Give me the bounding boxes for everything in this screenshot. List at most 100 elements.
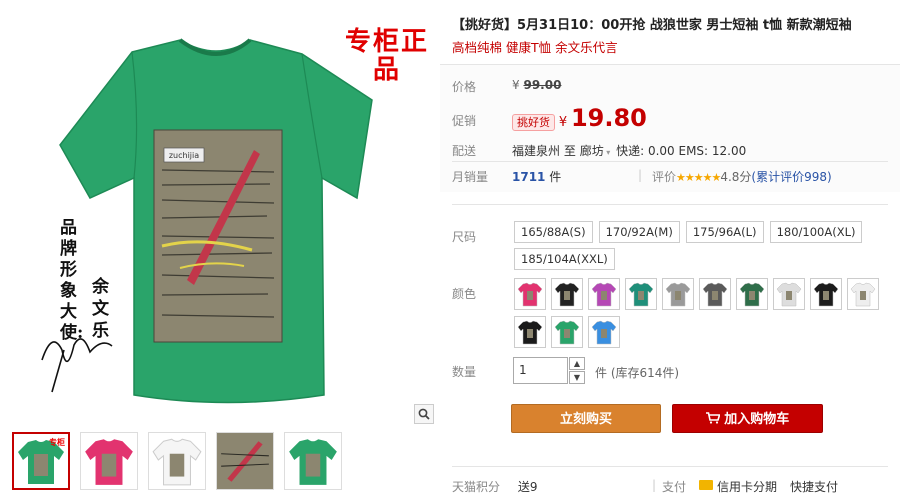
price-section: 价格 ¥ 99.00 促销 挑好货 ¥ 19.80 配送 福建泉州 至 廊坊 ▾… [440, 64, 900, 192]
quantity-label: 数量 [452, 365, 477, 379]
original-price: ¥ 99.00 [512, 78, 561, 92]
promo-tag: 挑好货 [512, 114, 555, 131]
quick-pay[interactable]: 快捷支付 [790, 478, 838, 495]
color-swatch[interactable] [662, 278, 694, 310]
shirt-thumb-icon [554, 282, 580, 307]
color-label: 颜色 [452, 287, 477, 301]
size-option[interactable]: 185/104A(XXL) [514, 248, 615, 270]
size-option[interactable]: 175/96A(L) [685, 221, 764, 243]
quantity-unit: 件 [595, 366, 608, 380]
color-swatch[interactable] [551, 278, 583, 310]
price-label: 价格 [452, 80, 477, 94]
color-swatch[interactable] [810, 278, 842, 310]
footer-row: 天猫积分 送9 | 支付 信用卡分期 快捷支付 [452, 478, 839, 495]
shirt-thumb-icon [591, 320, 617, 345]
delivery-from: 福建泉州 [512, 144, 561, 158]
color-swatch[interactable] [514, 278, 546, 310]
product-gallery: zuchijia 专柜正品 品牌形象大使: 余文乐 专柜 [0, 0, 440, 499]
size-label: 尺码 [452, 230, 477, 244]
original-price-value: 99.00 [523, 78, 562, 92]
quantity-input[interactable]: 1 [513, 357, 568, 384]
quantity-increase-button[interactable]: ▲ [569, 357, 585, 370]
color-options [514, 278, 894, 348]
color-swatch[interactable] [847, 278, 879, 310]
brand-ambassador-label: 品牌形象大使: [60, 218, 84, 343]
size-option[interactable]: 180/100A(XL) [769, 221, 863, 243]
color-swatch[interactable] [551, 316, 583, 348]
color-swatch[interactable] [514, 316, 546, 348]
credit-card-icon [699, 480, 713, 490]
thumbnail-4[interactable] [216, 432, 274, 490]
zoom-button[interactable] [414, 404, 434, 424]
thumb-print-icon [217, 433, 273, 489]
shirt-thumb-icon [517, 320, 543, 345]
star-rating-icon: ★★★★★ [676, 171, 721, 184]
divider: | [638, 168, 643, 182]
buy-now-button[interactable]: 立刻购买 [511, 404, 661, 433]
currency-symbol: ¥ [512, 78, 520, 92]
stock-info: 件 (库存614件) [595, 364, 679, 381]
shirt-thumb-icon [517, 282, 543, 307]
sales-count-value: 1711 [512, 170, 546, 184]
thumb-shirt-icon [152, 438, 202, 486]
thumb-shirt-icon [85, 439, 133, 485]
color-swatch[interactable] [736, 278, 768, 310]
thumbnail-5[interactable] [284, 432, 342, 490]
color-swatch[interactable] [699, 278, 731, 310]
color-swatch[interactable] [588, 278, 620, 310]
sales-count: 1711 件 [512, 168, 561, 185]
rating-score: 4.8分 [720, 170, 752, 184]
shirt-thumb-icon [702, 282, 728, 307]
size-option[interactable]: 165/88A(S) [514, 221, 593, 243]
shirt-thumb-icon [850, 282, 876, 307]
chevron-down-icon[interactable]: ▾ [604, 148, 610, 157]
shirt-thumb-icon [554, 320, 580, 345]
size-option[interactable]: 170/92A(M) [598, 221, 680, 243]
promo-price: 挑好货 ¥ 19.80 [512, 104, 647, 132]
color-swatch[interactable] [773, 278, 805, 310]
delivery-to-word: 至 [563, 144, 576, 158]
delivery-label: 配送 [452, 144, 477, 158]
cart-icon [705, 412, 725, 427]
thumb-shirt-icon [289, 439, 337, 485]
shirt-thumb-icon [739, 282, 765, 307]
product-subtitle: 高档纯棉 健康T恤 余文乐代言 [452, 40, 618, 55]
pay-label: 支付 [662, 480, 687, 494]
reviews-link[interactable]: (累计评价998) [751, 170, 831, 184]
product-title: 【挑好货】5月31日10：00开抢 战狼世家 男士短袖 t恤 新款潮短袖 [452, 18, 852, 33]
magnifier-icon [418, 408, 430, 420]
product-info-panel: 【挑好货】5月31日10：00开抢 战狼世家 男士短袖 t恤 新款潮短袖 高档纯… [440, 0, 900, 499]
delivery-to[interactable]: 廊坊 [580, 144, 604, 158]
sales-label: 月销量 [452, 170, 489, 184]
shirt-thumb-icon [591, 282, 617, 307]
points-label: 天猫积分 [452, 480, 501, 494]
thumb-badge: 专柜 [49, 438, 65, 447]
shirt-tag-text: zuchijia [169, 151, 199, 160]
size-options: 165/88A(S) 170/92A(M) 175/96A(L) 180/100… [514, 221, 894, 270]
promo-label: 促销 [452, 114, 477, 128]
sales-unit: 件 [549, 170, 562, 184]
currency-symbol: ¥ [558, 115, 568, 130]
shirt-thumb-icon [665, 282, 691, 307]
credit-installment[interactable]: 信用卡分期 [717, 478, 777, 495]
ambassador-name: 余文乐 [92, 277, 109, 341]
rating-block[interactable]: ★★★★★4.8分(累计评价998) [676, 168, 832, 185]
stock-count: (库存614件) [610, 366, 680, 380]
product-page: zuchijia 专柜正品 品牌形象大使: 余文乐 专柜 【挑好货】5月31日1… [0, 0, 900, 499]
thumbnail-3[interactable] [148, 432, 206, 490]
points-value: 送9 [517, 480, 538, 494]
quantity-decrease-button[interactable]: ▼ [569, 371, 585, 384]
shirt-thumb-icon [776, 282, 802, 307]
color-swatch[interactable] [588, 316, 620, 348]
color-swatch[interactable] [625, 278, 657, 310]
thumbnail-strip: 专柜 [12, 432, 342, 492]
main-product-image[interactable]: zuchijia 专柜正品 品牌形象大使: 余文乐 [12, 0, 434, 427]
delivery-detail: 快递: 0.00 EMS: 12.00 [616, 144, 747, 158]
add-to-cart-label: 加入购物车 [724, 412, 790, 427]
thumbnail-1[interactable]: 专柜 [12, 432, 70, 490]
rating-label: 评价 [652, 170, 677, 184]
shirt-thumb-icon [813, 282, 839, 307]
thumbnail-2[interactable] [80, 432, 138, 490]
add-to-cart-button[interactable]: 加入购物车 [672, 404, 823, 433]
promo-price-value: 19.80 [570, 104, 647, 132]
